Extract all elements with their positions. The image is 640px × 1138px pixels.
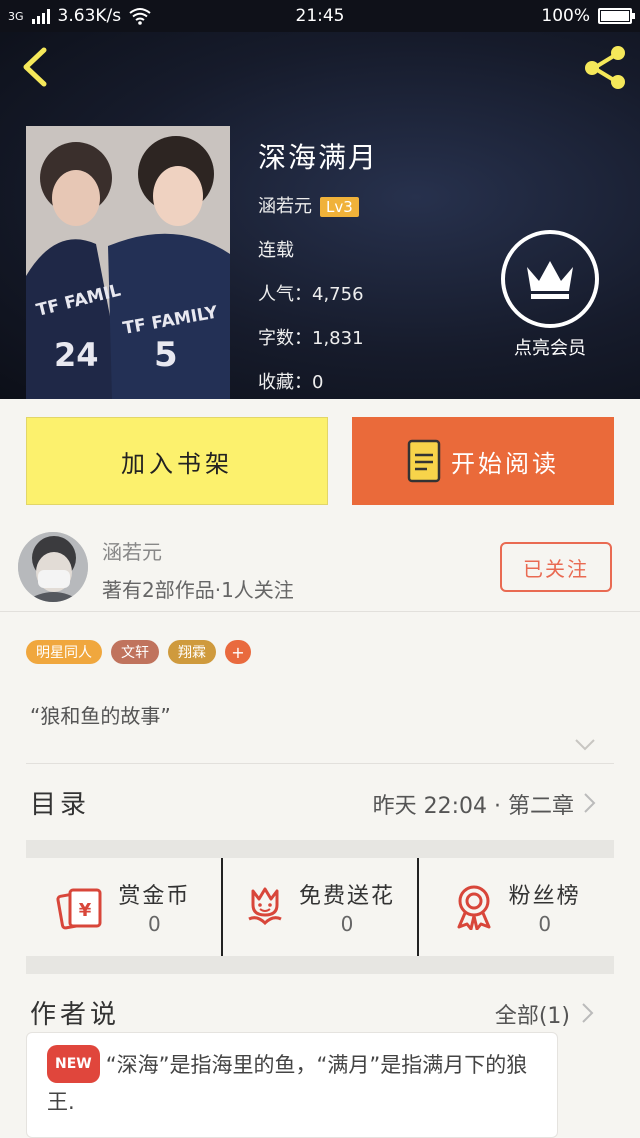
battery-percent: 100%: [541, 6, 590, 26]
level-badge: Lv3: [320, 197, 359, 217]
reward-coins-button[interactable]: ¥ 赏金币 0: [26, 858, 221, 956]
author-note: NEW “深海”是指海里的鱼，“满月”是指满月下的狼王.: [47, 1045, 547, 1119]
expand-chevron-icon[interactable]: [574, 738, 596, 752]
svg-text:5: 5: [154, 335, 178, 375]
tag[interactable]: 文轩: [111, 640, 159, 664]
chevron-right-icon: [584, 793, 596, 813]
share-button[interactable]: [580, 42, 630, 92]
avatar[interactable]: [18, 532, 88, 602]
chevron-right-icon[interactable]: [580, 1002, 594, 1024]
book-title: 深海满月: [258, 141, 379, 174]
send-flower-button[interactable]: 免费送花 0: [220, 858, 418, 956]
vip-member-button[interactable]: 点亮会员: [500, 230, 600, 360]
follow-button[interactable]: 已关注: [500, 542, 612, 592]
reward-stats: ¥ 赏金币 0 免费送花 0 粉丝榜 0: [26, 858, 614, 956]
tag-list: 明星同人 文轩 翔霖 +: [26, 640, 251, 664]
section-separator: [26, 840, 614, 858]
section-separator: [26, 956, 614, 974]
fan-ranking-button[interactable]: 粉丝榜 0: [417, 858, 614, 956]
author-meta: 著有2部作品·1人关注: [102, 578, 294, 602]
serial-status: 连载: [258, 240, 294, 261]
crown-icon: [501, 230, 599, 328]
tag[interactable]: 明星同人: [26, 640, 102, 664]
medal-icon: [457, 885, 491, 930]
author-says-title: 作者说: [30, 1000, 121, 1030]
vip-label: 点亮会员: [514, 338, 586, 359]
author-says-all-link[interactable]: 全部(1): [495, 998, 570, 1030]
tag[interactable]: 翔霖: [168, 640, 216, 664]
author-name[interactable]: 涵若元: [102, 536, 162, 565]
stat-label: 粉丝榜: [508, 884, 581, 909]
stat-value: 0: [340, 912, 354, 936]
synopsis: “狼和鱼的故事”: [30, 704, 171, 728]
flower-icon: [248, 887, 282, 926]
battery-icon: [598, 8, 635, 24]
book-header: TF FAMIL 24 TF FAMILY 5 深海满月 涵若元 Lv3 连载 人…: [0, 32, 640, 399]
start-reading-button[interactable]: 开始阅读: [352, 417, 614, 505]
back-button[interactable]: [16, 44, 56, 90]
book-author[interactable]: 涵若元: [258, 196, 312, 217]
stat-value: 0: [538, 912, 552, 936]
author-note-text: “深海”是指海里的鱼，“满月”是指满月下的狼王.: [47, 1053, 528, 1114]
book-icon: [407, 439, 441, 483]
toc-title: 目录: [30, 790, 91, 820]
start-reading-label: 开始阅读: [451, 449, 559, 478]
svg-text:¥: ¥: [79, 900, 92, 921]
status-bar: 3G 3.63K/s 21:45 100%: [0, 0, 640, 32]
word-count: 字数：1,831: [258, 328, 364, 349]
stat-value: 0: [147, 912, 161, 936]
book-cover-image[interactable]: TF FAMIL 24 TF FAMILY 5: [26, 126, 230, 399]
author-note-card[interactable]: NEW “深海”是指海里的鱼，“满月”是指满月下的狼王.: [26, 1032, 558, 1138]
add-to-shelf-button[interactable]: 加入书架: [26, 417, 328, 505]
stat-label: 赏金币: [118, 884, 191, 909]
stat-label: 免费送花: [299, 884, 396, 909]
favorites-count: 收藏：0: [258, 372, 324, 393]
latest-chapter: 昨天 22:04 · 第二章: [372, 794, 574, 819]
add-tag-button[interactable]: +: [225, 640, 251, 664]
table-of-contents-row[interactable]: 目录 昨天 22:04 · 第二章: [0, 764, 640, 840]
svg-text:24: 24: [54, 336, 99, 374]
popularity: 人气：4,756: [258, 284, 364, 305]
red-envelope-icon: ¥: [56, 888, 102, 930]
new-badge: NEW: [47, 1045, 100, 1083]
author-row[interactable]: 涵若元 著有2部作品·1人关注 已关注: [0, 520, 640, 612]
author-line: 涵若元 Lv3: [258, 192, 359, 218]
